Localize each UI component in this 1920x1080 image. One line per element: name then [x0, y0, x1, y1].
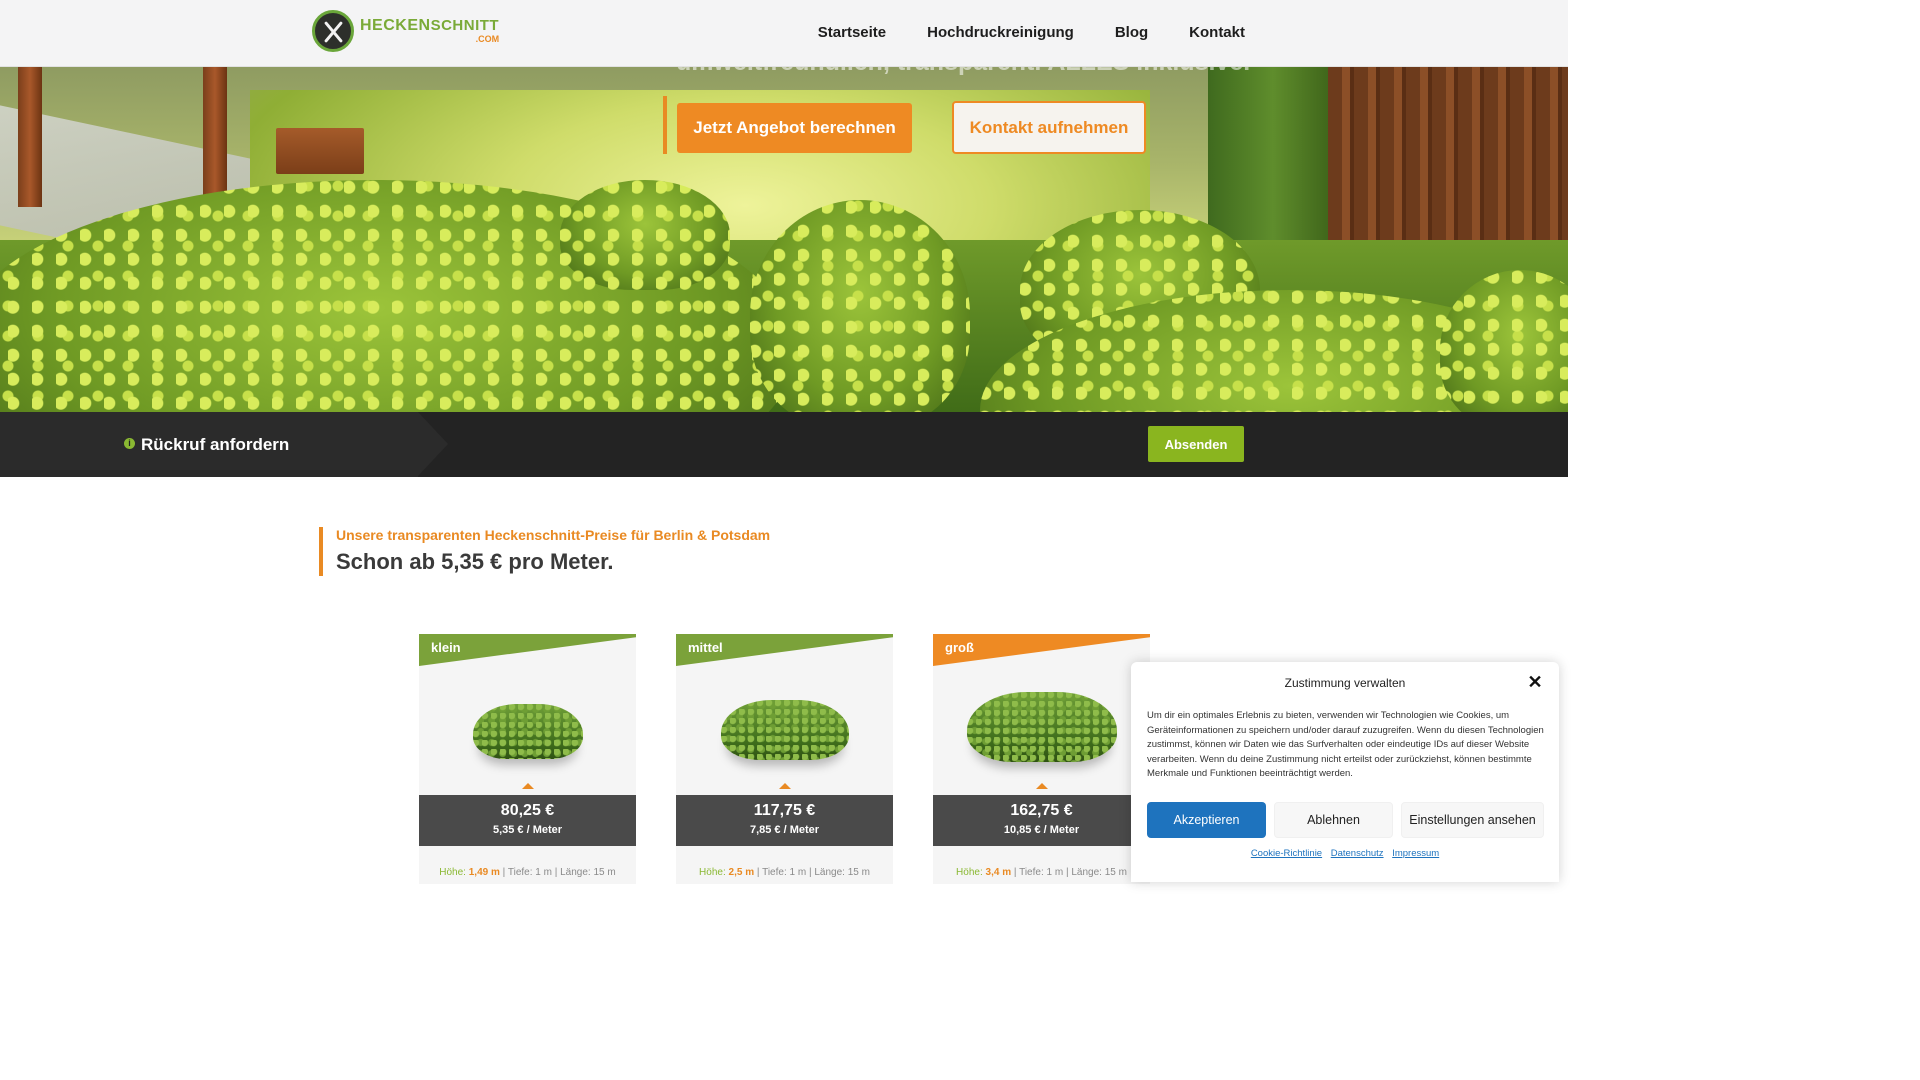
submit-callback-button[interactable]: Absenden [1148, 426, 1244, 462]
cookie-consent-dialog: Zustimmung verwalten ✕ Um dir ein optima… [1131, 662, 1559, 882]
price-card-small[interactable]: klein 80,25 € 5,35 € / Meter Höhe: 1,49 … [419, 634, 636, 884]
price-card-large[interactable]: groß 162,75 € 10,85 € / Meter Höhe: 3,4 … [933, 634, 1150, 884]
site-header: HECKENSCHNITT .COM Startseite Hochdruckr… [0, 0, 1568, 67]
imprint-link[interactable]: Impressum [1392, 848, 1439, 859]
logo-suffix: .COM [475, 34, 500, 44]
hedge-image [472, 704, 583, 759]
pergola-post [203, 67, 227, 207]
cookie-dialog-title: Zustimmung verwalten [1284, 676, 1406, 690]
bush-small [560, 180, 730, 290]
card-size-label: mittel [688, 640, 723, 655]
card-price: 80,25 € [500, 802, 555, 819]
site-logo[interactable]: HECKENSCHNITT .COM [312, 10, 499, 52]
cta-accent-bar [663, 96, 667, 154]
card-price: 162,75 € [1010, 802, 1073, 819]
price-card-medium[interactable]: mittel 117,75 € 7,85 € / Meter Höhe: 2,5… [676, 634, 893, 884]
nav-startseite[interactable]: Startseite [818, 24, 886, 41]
nav-kontakt[interactable]: Kontakt [1189, 24, 1245, 41]
cookie-links: Cookie-Richtlinie Datenschutz Impressum [1131, 848, 1559, 859]
spec-depth-label: Tiefe: [1019, 867, 1044, 878]
section-accent-bar [319, 527, 323, 576]
spec-depth-label: Tiefe: [507, 867, 533, 878]
spec-length-label: Länge: [814, 867, 845, 878]
accept-cookies-button[interactable]: Akzeptieren [1147, 802, 1266, 838]
planter-box [276, 128, 364, 174]
spec-depth: 1 m [1046, 867, 1064, 878]
wooden-fence [1328, 67, 1568, 247]
card-price-per-meter: 7,85 € / Meter [749, 824, 820, 836]
card-size-label: groß [945, 640, 974, 655]
spec-length: 15 m [593, 867, 616, 878]
spec-length-label: Länge: [1071, 867, 1102, 878]
card-specs: Höhe: 3,4 m | Tiefe: 1 m | Länge: 15 m [956, 867, 1127, 878]
close-icon[interactable]: ✕ [1527, 673, 1543, 691]
deny-cookies-button[interactable]: Ablehnen [1274, 802, 1393, 838]
contact-button[interactable]: Kontakt aufnehmen [952, 101, 1146, 154]
nav-hochdruckreinigung[interactable]: Hochdruckreinigung [927, 24, 1074, 41]
hedge-image [966, 692, 1117, 762]
card-specs: Höhe: 2,5 m | Tiefe: 1 m | Länge: 15 m [699, 867, 870, 878]
card-price-per-meter: 10,85 € / Meter [1003, 824, 1080, 836]
spec-depth: 1 m [789, 867, 807, 878]
view-settings-button[interactable]: Einstellungen ansehen [1401, 802, 1544, 838]
price-box: 162,75 € 10,85 € / Meter [933, 795, 1150, 846]
nav-blog[interactable]: Blog [1115, 24, 1148, 41]
shears-logo-icon [312, 10, 354, 52]
spec-length: 15 m [1104, 867, 1127, 878]
spec-height-label: Höhe: [439, 867, 466, 878]
card-specs: Höhe: 1,49 m | Tiefe: 1 m | Länge: 15 m [439, 867, 616, 878]
spec-height-label: Höhe: [699, 867, 726, 878]
triangle-marker-icon [521, 783, 534, 789]
spec-height: 2,5 m [728, 867, 755, 878]
callback-title: Rückruf anfordern [141, 435, 290, 454]
main-nav: Startseite Hochdruckreinigung Blog Konta… [818, 24, 1245, 41]
triangle-marker-icon [778, 783, 791, 789]
cookie-dialog-text: Um dir ein optimales Erlebnis zu bieten,… [1147, 710, 1544, 780]
pergola-post [18, 67, 42, 207]
spec-height: 3,4 m [985, 867, 1012, 878]
privacy-link[interactable]: Datenschutz [1331, 848, 1384, 859]
card-price: 117,75 € [753, 802, 816, 819]
pricing-subtitle: Unsere transparenten Heckenschnitt-Preis… [336, 527, 771, 543]
calculate-offer-button[interactable]: Jetzt Angebot berechnen [677, 103, 912, 153]
spec-height-label: Höhe: [956, 867, 983, 878]
info-icon: i [124, 438, 135, 449]
spec-length-label: Länge: [560, 867, 591, 878]
logo-wordmark: HECKENSCHNITT .COM [360, 18, 499, 44]
price-box: 80,25 € 5,35 € / Meter [419, 795, 636, 846]
hedge-image [720, 700, 849, 760]
triangle-marker-icon [1035, 783, 1048, 789]
logo-word-2: SCHNITT [430, 17, 500, 34]
callback-tab-arrow [418, 412, 448, 476]
spec-depth: 1 m [535, 867, 552, 878]
spec-height: 1,49 m [468, 867, 500, 878]
card-price-per-meter: 5,35 € / Meter [492, 824, 563, 836]
pricing-title: Schon ab 5,35 € pro Meter. [336, 549, 614, 574]
spec-length: 15 m [847, 867, 870, 878]
spec-depth-label: Tiefe: [762, 867, 787, 878]
callback-bar: i Rückruf anfordern Absenden [0, 412, 1568, 873]
price-box: 117,75 € 7,85 € / Meter [676, 795, 893, 846]
cookie-policy-link[interactable]: Cookie-Richtlinie [1251, 848, 1322, 859]
card-size-label: klein [431, 640, 461, 655]
logo-word-1: HECKEN [360, 17, 431, 34]
